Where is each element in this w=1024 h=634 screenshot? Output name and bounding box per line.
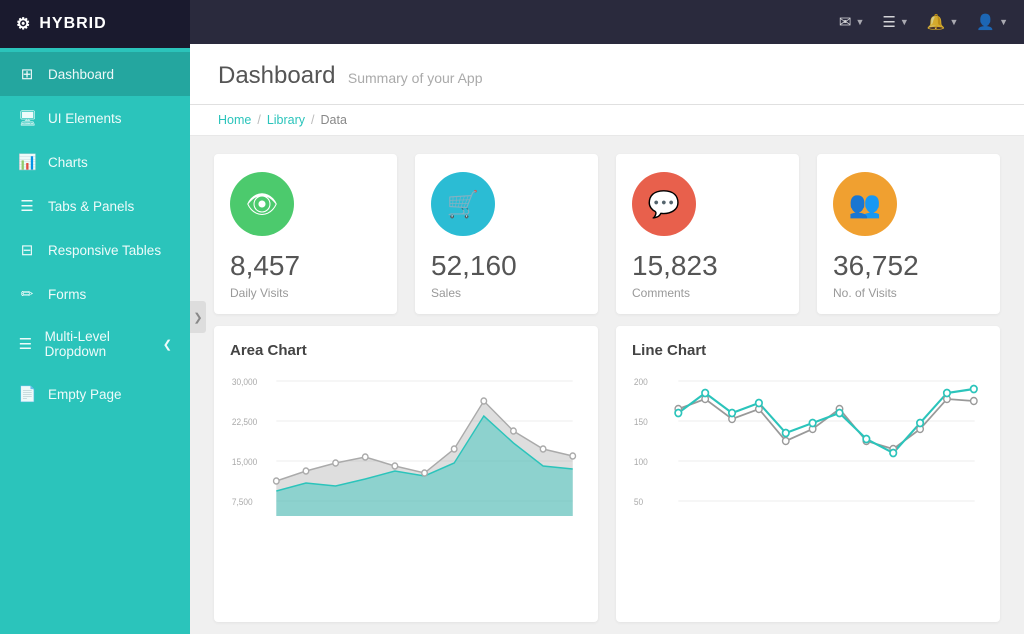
main-content: ✉ ▼ ☰ ▼ 🔔 ▼ 👤 ▼ Dashboard Summary of you… xyxy=(190,0,1024,634)
area-chart-card: Area Chart 30,000 22,500 15,000 7,500 xyxy=(214,326,598,622)
comments-label: Comments xyxy=(632,286,690,300)
stat-card-sales: 🛒 52,160 Sales xyxy=(415,154,598,314)
stat-card-comments: 💬 15,823 Comments xyxy=(616,154,799,314)
breadcrumb-library[interactable]: Library xyxy=(267,113,305,127)
svg-text:50: 50 xyxy=(634,497,643,507)
chart-icon: 📊 xyxy=(18,153,36,171)
caret-icon: ▼ xyxy=(900,17,909,27)
comments-value: 15,823 xyxy=(632,250,718,282)
app-logo: ⚙ HYBRID xyxy=(0,0,190,48)
gear-icon: ⚙ xyxy=(16,14,31,34)
stat-card-visits: 👥 36,752 No. of Visits xyxy=(817,154,1000,314)
sidebar-item-label: Forms xyxy=(48,287,86,302)
line-chart-svg: 200 150 100 50 xyxy=(632,371,984,531)
daily-visits-label: Daily Visits xyxy=(230,286,288,300)
bell-icon: 🔔 xyxy=(927,13,946,31)
email-icon: ✉ xyxy=(839,13,852,31)
sidebar-item-label: Tabs & Panels xyxy=(48,199,134,214)
sidebar-nav: ⊞ Dashboard 🖥 UI Elements 📊 Charts ☰ Tab… xyxy=(0,52,190,416)
monitor-icon: 🖥 xyxy=(18,109,36,127)
page-subtitle: Summary of your App xyxy=(348,70,483,86)
svg-text:22,500: 22,500 xyxy=(232,417,258,427)
sidebar-item-empty-page[interactable]: 📄 Empty Page xyxy=(0,372,190,416)
dashboard-icon: ⊞ xyxy=(18,65,36,83)
sidebar-item-label: Dashboard xyxy=(48,67,114,82)
dropdown-icon: ☰ xyxy=(18,335,33,353)
sidebar-item-label: Empty Page xyxy=(48,387,122,402)
caret-icon: ▼ xyxy=(999,17,1008,27)
forms-icon: ✏ xyxy=(18,285,36,303)
area-chart-svg: 30,000 22,500 15,000 7,500 xyxy=(230,371,582,531)
visits-value: 36,752 xyxy=(833,250,919,282)
sidebar-item-label: Responsive Tables xyxy=(48,243,161,258)
tabs-icon: ☰ xyxy=(18,197,36,215)
sales-label: Sales xyxy=(431,286,461,300)
breadcrumb-separator: / xyxy=(311,113,314,127)
sidebar-item-ui-elements[interactable]: 🖥 UI Elements xyxy=(0,96,190,140)
page-title: Dashboard xyxy=(218,62,335,89)
sales-value: 52,160 xyxy=(431,250,517,282)
sidebar-item-label: Multi-Level Dropdown xyxy=(45,329,151,359)
svg-text:200: 200 xyxy=(634,377,648,387)
breadcrumb: Home / Library / Data xyxy=(190,105,1024,136)
breadcrumb-current: Data xyxy=(321,113,347,127)
page-icon: 📄 xyxy=(18,385,36,403)
table-icon: ⊟ xyxy=(18,241,36,259)
app-name: HYBRID xyxy=(39,15,106,33)
comments-icon: 💬 xyxy=(632,172,696,236)
chevron-left-icon: ❮ xyxy=(163,338,172,351)
svg-text:150: 150 xyxy=(634,417,648,427)
sidebar-item-label: UI Elements xyxy=(48,111,122,126)
sidebar-item-multi-level-dropdown[interactable]: ☰ Multi-Level Dropdown ❮ xyxy=(0,316,190,372)
svg-text:15,000: 15,000 xyxy=(232,457,258,467)
sidebar-item-responsive-tables[interactable]: ⊟ Responsive Tables xyxy=(0,228,190,272)
line-chart-card: Line Chart 200 150 100 50 xyxy=(616,326,1000,622)
page-header: Dashboard Summary of your App xyxy=(190,44,1024,105)
daily-visits-icon: 👁 xyxy=(230,172,294,236)
menu-icon: ☰ xyxy=(882,13,895,31)
sidebar: ⚙ HYBRID ⊞ Dashboard 🖥 UI Elements 📊 Cha… xyxy=(0,0,190,634)
charts-row: Area Chart 30,000 22,500 15,000 7,500 xyxy=(190,326,1024,634)
daily-visits-value: 8,457 xyxy=(230,250,300,282)
visits-label: No. of Visits xyxy=(833,286,897,300)
sidebar-item-forms[interactable]: ✏ Forms xyxy=(0,272,190,316)
user-menu[interactable]: 👤 ▼ xyxy=(976,13,1008,31)
visits-icon: 👥 xyxy=(833,172,897,236)
line-chart-title: Line Chart xyxy=(632,342,984,359)
stats-row: 👁 8,457 Daily Visits 🛒 52,160 Sales 💬 15… xyxy=(190,136,1024,326)
sidebar-item-tabs-panels[interactable]: ☰ Tabs & Panels xyxy=(0,184,190,228)
svg-text:30,000: 30,000 xyxy=(232,377,258,387)
breadcrumb-home[interactable]: Home xyxy=(218,113,251,127)
sidebar-item-label: Charts xyxy=(48,155,88,170)
area-chart-title: Area Chart xyxy=(230,342,582,359)
menu-button[interactable]: ☰ ▼ xyxy=(882,13,908,31)
notifications-button[interactable]: 🔔 ▼ xyxy=(927,13,959,31)
caret-icon: ▼ xyxy=(949,17,958,27)
sales-icon: 🛒 xyxy=(431,172,495,236)
sidebar-item-charts[interactable]: 📊 Charts xyxy=(0,140,190,184)
user-icon: 👤 xyxy=(976,13,995,31)
breadcrumb-separator: / xyxy=(257,113,260,127)
svg-text:100: 100 xyxy=(634,457,648,467)
caret-icon: ▼ xyxy=(855,17,864,27)
topbar: ✉ ▼ ☰ ▼ 🔔 ▼ 👤 ▼ xyxy=(190,0,1024,44)
svg-text:7,500: 7,500 xyxy=(232,497,253,507)
sidebar-toggle-button[interactable]: ❯ xyxy=(190,301,206,333)
email-menu[interactable]: ✉ ▼ xyxy=(839,13,865,31)
sidebar-item-dashboard[interactable]: ⊞ Dashboard xyxy=(0,52,190,96)
stat-card-daily-visits: 👁 8,457 Daily Visits xyxy=(214,154,397,314)
